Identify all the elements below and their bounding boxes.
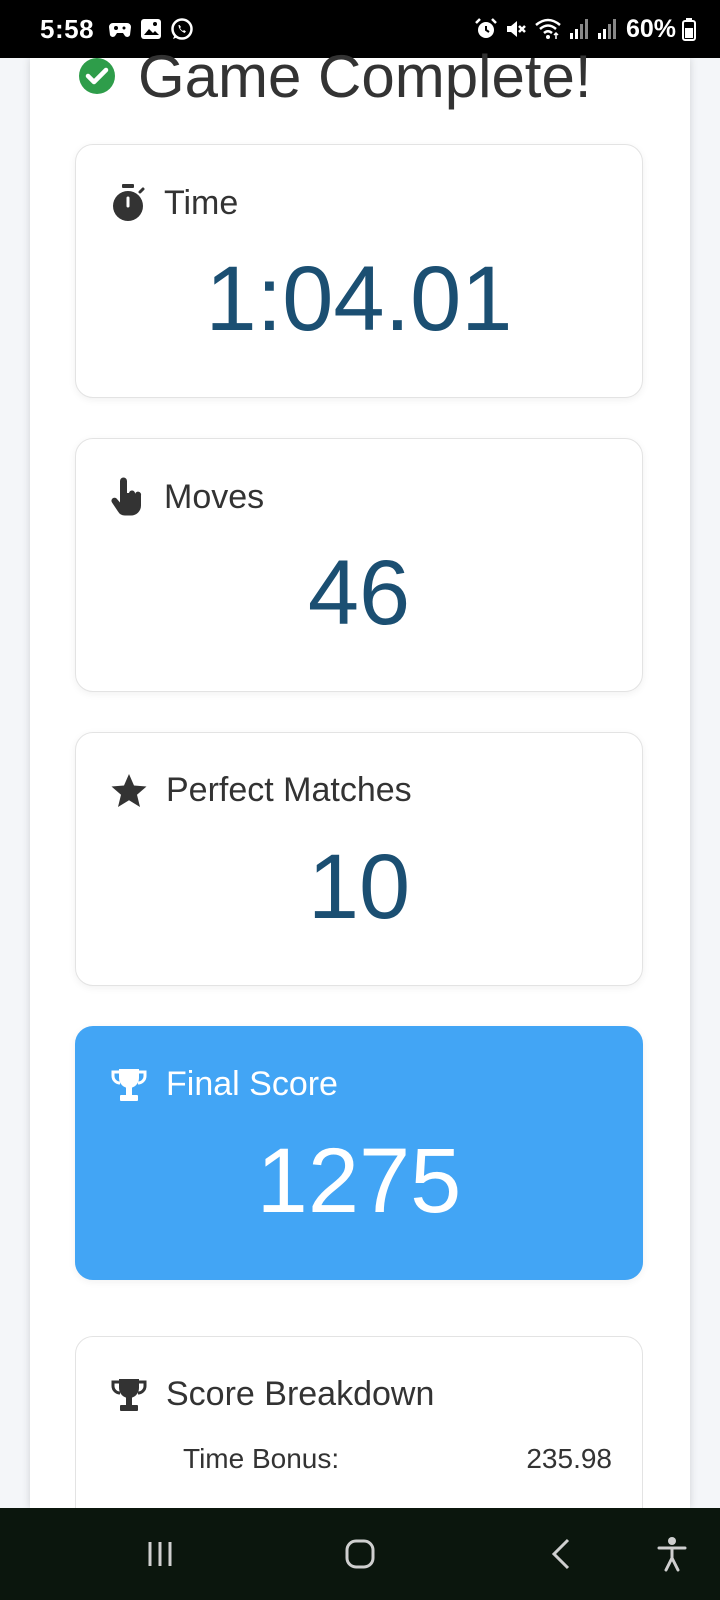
final-score-card: Final Score 1275 (75, 1026, 643, 1280)
final-score-card-header: Final Score (110, 1065, 338, 1104)
moves-card: Moves 46 (75, 438, 643, 692)
trophy-icon (110, 1376, 148, 1414)
results-panel: Game Complete! Time 1:04.01 Moves 46 Per… (30, 43, 690, 1536)
star-icon (110, 772, 148, 810)
time-bonus-value: 235.98 (526, 1443, 612, 1474)
time-bonus-label: Time Bonus: (183, 1443, 340, 1474)
home-button[interactable] (330, 1508, 390, 1600)
score-breakdown-header: Score Breakdown (110, 1375, 434, 1414)
back-button[interactable] (532, 1508, 592, 1600)
battery-percentage: 60% (625, 14, 676, 43)
trophy-icon (110, 1066, 148, 1104)
score-breakdown-card: Score Breakdown Time Bonus: 235.98 (75, 1336, 643, 1536)
signal-icon (596, 17, 618, 41)
page-header: Game Complete! (78, 26, 592, 126)
back-icon (548, 1538, 576, 1570)
moves-value: 46 (307, 542, 411, 644)
perfect-matches-value: 10 (307, 836, 411, 938)
recents-button[interactable] (130, 1508, 190, 1600)
moves-card-header: Moves (110, 477, 264, 517)
stopwatch-icon (110, 183, 146, 223)
final-score-value: 1275 (256, 1130, 462, 1232)
check-circle-icon (78, 57, 116, 95)
final-score-label: Final Score (166, 1065, 338, 1103)
perfect-matches-card: Perfect Matches 10 (75, 732, 643, 986)
home-icon (344, 1538, 376, 1570)
perfect-matches-card-header: Perfect Matches (110, 771, 412, 810)
time-value: 1:04.01 (205, 248, 513, 350)
accessibility-icon (657, 1536, 687, 1572)
navigation-bar (0, 1508, 720, 1600)
time-label: Time (164, 183, 239, 222)
page-title: Game Complete! (138, 42, 592, 110)
perfect-matches-label: Perfect Matches (166, 771, 412, 809)
time-card-header: Time (110, 183, 238, 223)
breakdown-row-time-bonus: Time Bonus: 235.98 (183, 1443, 612, 1475)
recents-icon (145, 1539, 175, 1569)
accessibility-button[interactable] (642, 1508, 702, 1600)
battery-icon (682, 17, 696, 41)
moves-label: Moves (164, 477, 265, 516)
score-breakdown-title: Score Breakdown (166, 1375, 435, 1413)
hand-pointer-icon (110, 477, 146, 517)
time-card: Time 1:04.01 (75, 144, 643, 398)
